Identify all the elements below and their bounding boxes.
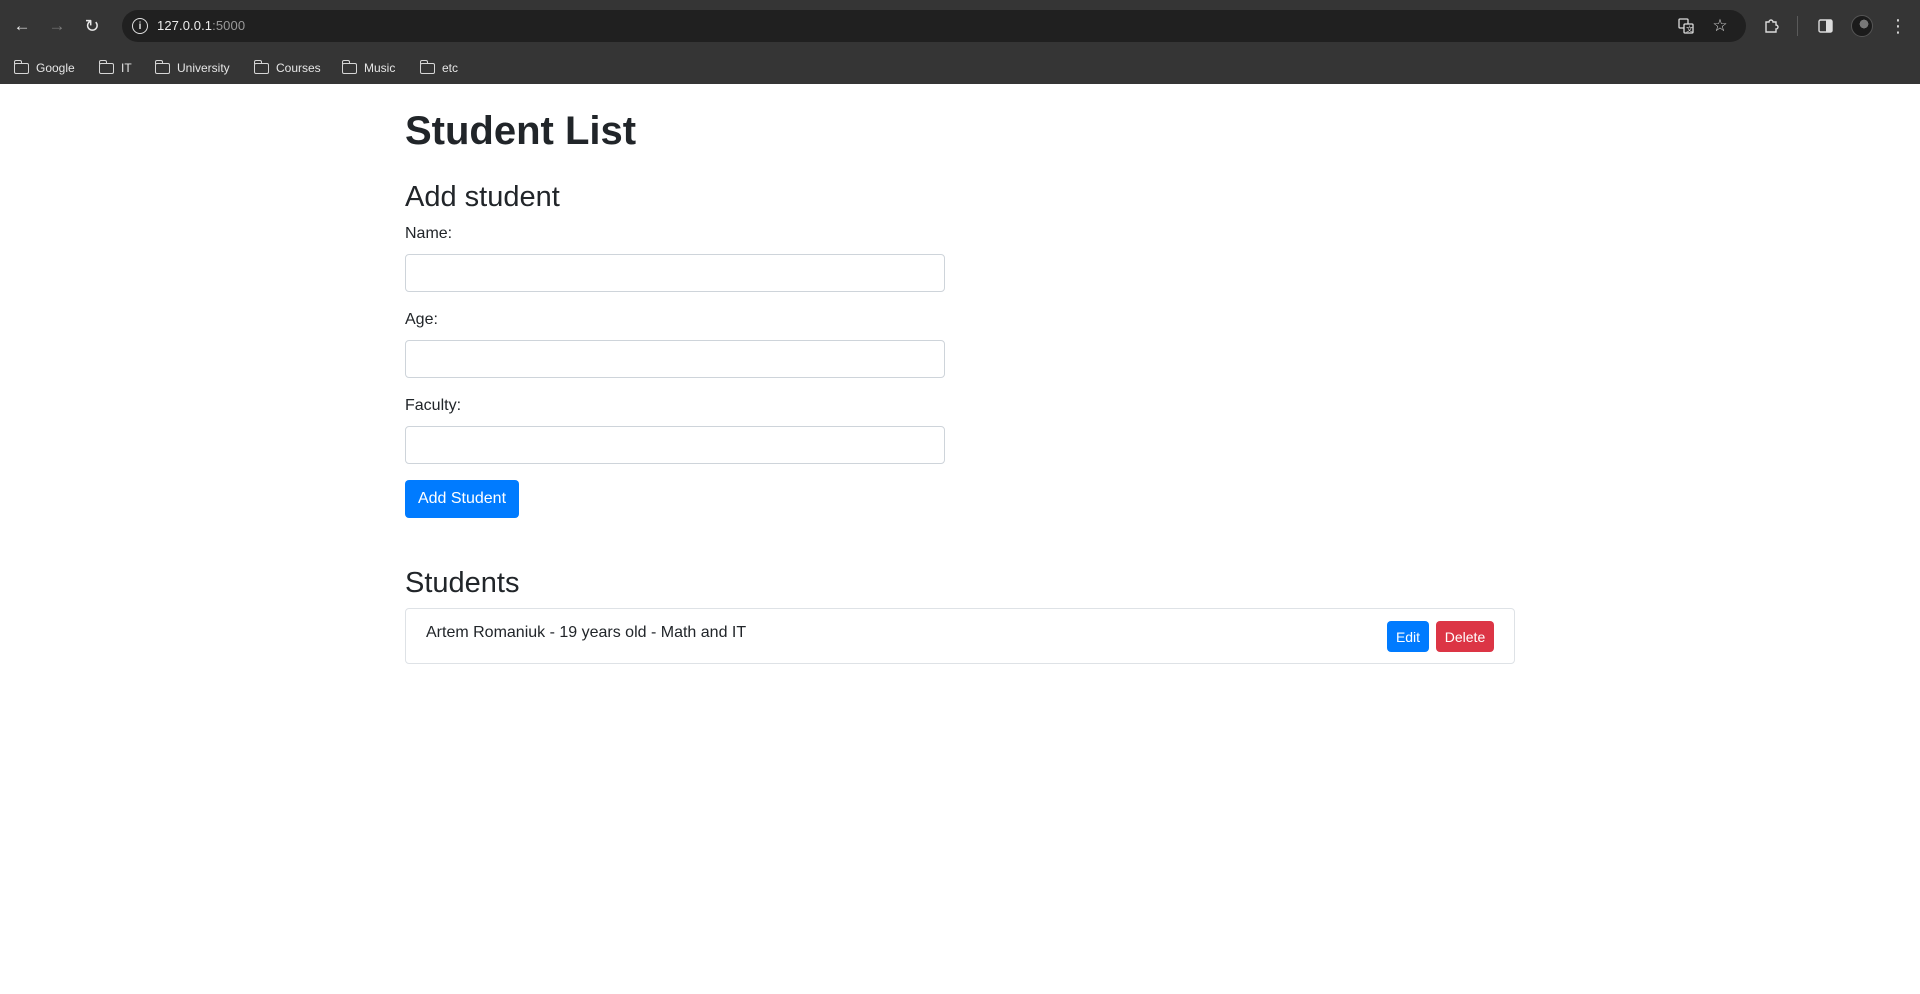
bookmark-it[interactable]: IT — [98, 59, 132, 77]
address-bar[interactable]: i 127.0.0.1:5000 文 ☆ — [122, 10, 1746, 42]
bookmark-label: Music — [364, 61, 396, 75]
bookmark-courses[interactable]: Courses — [253, 59, 321, 77]
side-panel-icon[interactable] — [1811, 12, 1839, 40]
url-port: :5000 — [212, 18, 246, 33]
edit-button[interactable]: Edit — [1387, 621, 1429, 652]
add-student-heading: Add student — [405, 181, 560, 213]
reload-icon[interactable]: ↻ — [78, 12, 106, 40]
student-list-item: Artem Romaniuk - 19 years old - Math and… — [405, 608, 1515, 664]
browser-chrome: ← → ↻ i 127.0.0.1:5000 文 ☆ ⋮ Google IT U… — [0, 0, 1920, 84]
folder-icon — [253, 59, 269, 74]
bookmark-label: University — [177, 61, 230, 75]
folder-icon — [98, 59, 114, 74]
browser-toolbar: ← → ↻ i 127.0.0.1:5000 文 ☆ ⋮ — [0, 0, 1920, 52]
name-input[interactable] — [405, 254, 945, 292]
faculty-input[interactable] — [405, 426, 945, 464]
page-title: Student List — [405, 109, 637, 153]
folder-icon — [341, 59, 357, 74]
bookmark-university[interactable]: University — [154, 59, 230, 77]
svg-text:文: 文 — [1686, 25, 1693, 34]
translate-icon[interactable]: 文 — [1676, 16, 1696, 36]
url-text[interactable]: 127.0.0.1:5000 — [157, 18, 245, 33]
bookmark-label: etc — [442, 61, 459, 75]
back-arrow-icon[interactable]: ← — [8, 12, 36, 40]
faculty-label: Faculty: — [405, 397, 462, 414]
page-viewport: Student List Add student Name: Age: Facu… — [0, 84, 1920, 994]
bookmarks-bar: Google IT University Courses Music etc — [0, 52, 1920, 84]
star-icon[interactable]: ☆ — [1710, 16, 1730, 36]
age-input[interactable] — [405, 340, 945, 378]
student-info: Artem Romaniuk - 19 years old - Math and… — [426, 624, 747, 641]
bookmark-etc[interactable]: etc — [419, 59, 459, 77]
bookmark-music[interactable]: Music — [341, 59, 396, 77]
toolbar-separator — [1797, 16, 1798, 36]
info-icon[interactable]: i — [132, 18, 148, 34]
bookmark-label: Courses — [276, 61, 321, 75]
folder-icon — [419, 59, 435, 74]
folder-icon — [154, 59, 170, 74]
url-host: 127.0.0.1 — [157, 18, 213, 33]
profile-avatar[interactable] — [1851, 15, 1873, 37]
kebab-menu-icon[interactable]: ⋮ — [1884, 12, 1912, 40]
puzzle-icon[interactable] — [1757, 12, 1785, 40]
students-heading: Students — [405, 567, 520, 599]
delete-button[interactable]: Delete — [1436, 621, 1494, 652]
bookmark-label: Google — [36, 61, 75, 75]
bookmark-google[interactable]: Google — [13, 59, 75, 77]
bookmark-label: IT — [121, 61, 132, 75]
forward-arrow-icon[interactable]: → — [43, 12, 71, 40]
age-label: Age: — [405, 311, 438, 328]
name-label: Name: — [405, 225, 453, 242]
add-student-button[interactable]: Add Student — [405, 480, 519, 518]
folder-icon — [13, 59, 29, 74]
